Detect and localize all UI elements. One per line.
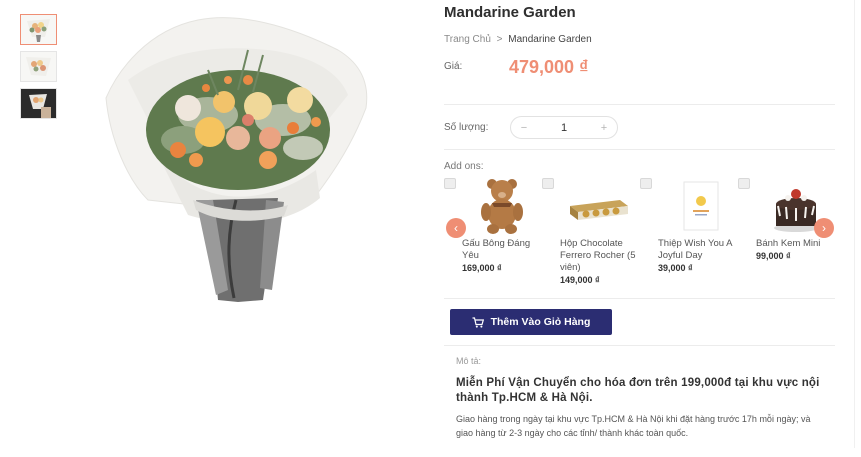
addon-checkbox[interactable] <box>444 178 456 189</box>
greeting-card-icon <box>658 176 736 234</box>
breadcrumb-current: Mandarine Garden <box>508 34 592 45</box>
cart-icon <box>472 316 484 328</box>
addon-name: Bánh Kem Mini <box>756 238 821 249</box>
carousel-next-button[interactable]: › <box>814 218 834 238</box>
addon-price: 169,000 ₫ <box>462 263 502 273</box>
carousel-prev-button[interactable]: ‹ <box>446 218 466 238</box>
quantity-label: Số lượng: <box>444 122 489 133</box>
description-heading: Miễn Phí Vận Chuyển cho hóa đơn trên 199… <box>456 377 820 404</box>
quantity-increase-button[interactable]: + <box>591 122 617 134</box>
chevron-left-icon: ‹ <box>454 221 458 235</box>
add-to-cart-label: Thêm Vào Giỏ Hàng <box>490 316 591 328</box>
description-body: Giao hàng trong ngày tại khu vực Tp.HCM … <box>456 414 811 438</box>
thumbnail-bouquet-held[interactable] <box>20 88 57 119</box>
quantity-input[interactable]: 1 <box>537 122 591 134</box>
product-price: 479,000 ₫ <box>509 57 589 77</box>
thumbnail-bouquet-side[interactable] <box>20 51 57 82</box>
quantity-decrease-button[interactable]: − <box>511 122 537 134</box>
addon-name: Gấu Bông Đáng Yêu <box>462 238 531 261</box>
thumbnail-list <box>20 14 58 125</box>
quantity-stepper: − 1 + <box>510 116 618 139</box>
price-label: Giá: <box>444 61 463 72</box>
chevron-right-icon: › <box>822 221 826 235</box>
product-title: Mandarine Garden <box>444 4 576 21</box>
description-label: Mô tả: <box>456 356 482 366</box>
divider <box>444 298 835 299</box>
divider <box>444 149 835 150</box>
addon-checkbox[interactable] <box>640 178 652 189</box>
column-border <box>854 0 855 448</box>
addon-price: 39,000 ₫ <box>658 263 693 273</box>
chocolate-box-icon <box>560 176 638 234</box>
teddy-bear-icon <box>462 176 540 234</box>
thumbnail-bouquet-front[interactable] <box>20 14 57 45</box>
addons-label: Add ons: <box>444 161 484 172</box>
breadcrumb-home[interactable]: Trang Chủ <box>444 34 491 45</box>
product-main-image <box>88 10 378 310</box>
breadcrumb: Trang Chủ > Mandarine Garden <box>444 34 592 45</box>
addon-price: 99,000 ₫ <box>756 251 791 261</box>
divider <box>444 345 835 346</box>
addons-carousel: Gấu Bông Đáng Yêu 169,000 ₫ Hộp Chocolat… <box>444 176 836 291</box>
addon-checkbox[interactable] <box>738 178 750 189</box>
add-to-cart-button[interactable]: Thêm Vào Giỏ Hàng <box>450 309 612 335</box>
breadcrumb-separator: > <box>496 34 503 45</box>
divider <box>444 104 835 105</box>
addon-name: Thiệp Wish You A Joyful Day <box>658 238 732 261</box>
addon-name: Hộp Chocolate Ferrero Rocher (5 viên) <box>560 238 636 273</box>
addon-checkbox[interactable] <box>542 178 554 189</box>
addon-price: 149,000 ₫ <box>560 275 600 285</box>
